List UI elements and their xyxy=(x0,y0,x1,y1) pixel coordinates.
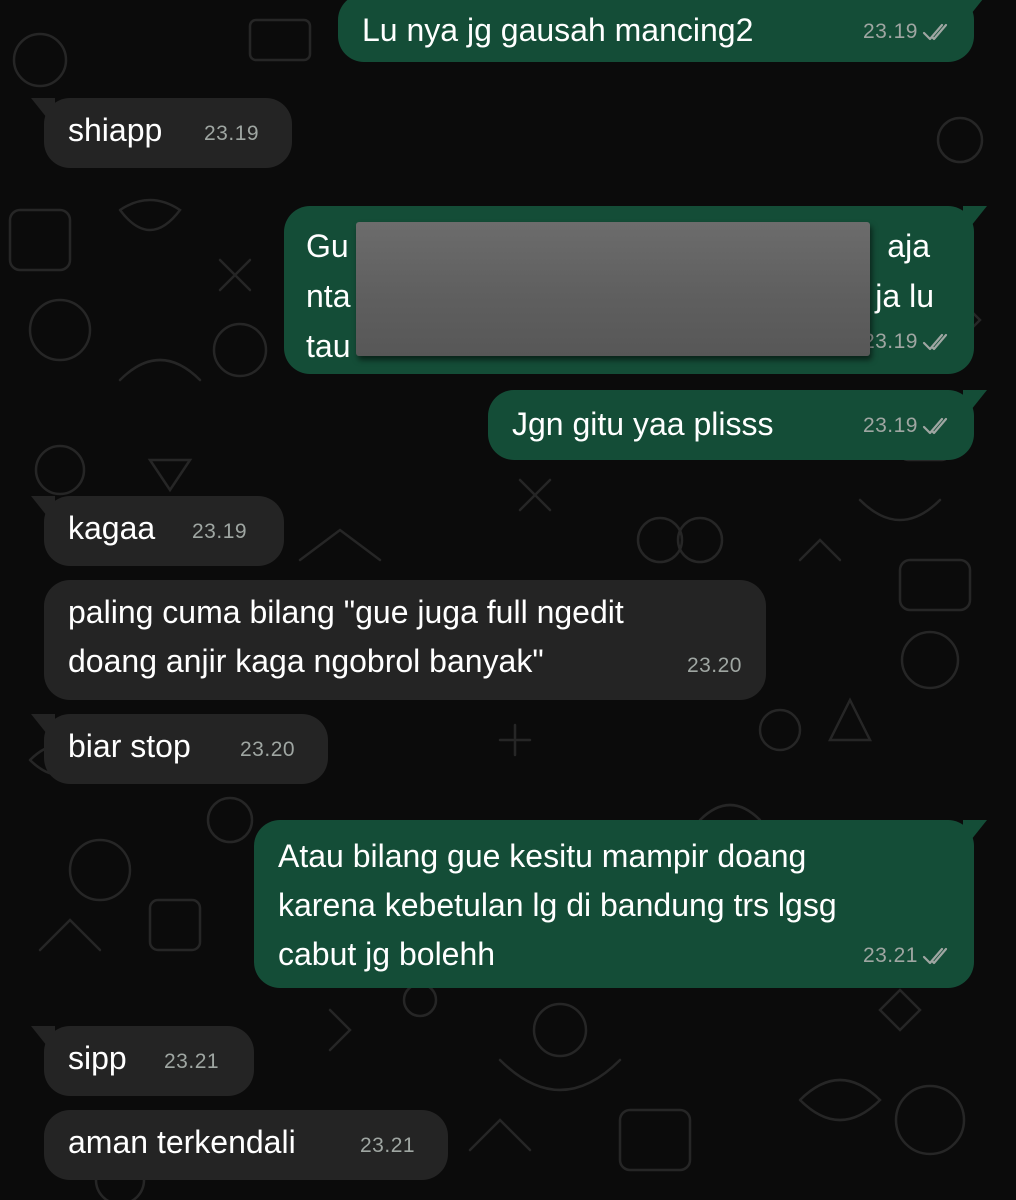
message-text: kagaa xyxy=(68,510,156,546)
message-time: 23.19 xyxy=(192,520,248,543)
message-text: Atau bilang gue kesitu mampir doang kare… xyxy=(278,838,837,972)
message-text: sipp xyxy=(68,1040,127,1076)
message-text: paling cuma bilang "gue juga full ngedit… xyxy=(68,594,624,679)
message-time: 23.19 xyxy=(862,330,918,353)
message-meta: 23.20 xyxy=(687,641,742,690)
double-check-icon xyxy=(922,333,948,350)
double-check-icon xyxy=(922,417,948,434)
incoming-message[interactable]: kagaa 23.19 xyxy=(31,496,284,566)
message-time: 23.19 xyxy=(862,414,918,437)
outgoing-message[interactable]: Jgn gitu yaa plisss 23.19 xyxy=(488,390,987,460)
message-meta: 23.21 xyxy=(360,1121,415,1170)
message-time: 23.20 xyxy=(240,738,296,761)
message-text: aman terkendali xyxy=(68,1124,296,1160)
message-time: 23.19 xyxy=(204,122,260,145)
message-text-fragment: aja xyxy=(887,228,930,264)
message-time: 23.21 xyxy=(360,1134,416,1157)
incoming-message[interactable]: paling cuma bilang "gue juga full ngedit… xyxy=(44,580,766,700)
double-check-icon xyxy=(922,23,948,40)
message-meta: 23.19 xyxy=(204,109,259,158)
message-time: 23.19 xyxy=(862,20,918,43)
message-meta: 23.19 xyxy=(863,7,952,56)
bubble-tail xyxy=(963,206,987,236)
message-text: Jgn gitu yaa plisss xyxy=(512,406,774,442)
message-meta: 23.21 xyxy=(863,931,952,980)
bubble-tail xyxy=(963,390,987,420)
message-time: 23.20 xyxy=(686,654,742,677)
message-time: 23.21 xyxy=(164,1050,220,1073)
bubble-tail xyxy=(31,98,55,128)
incoming-message[interactable]: biar stop 23.20 xyxy=(31,714,328,784)
message-meta: 23.21 xyxy=(164,1037,219,1086)
redaction-block xyxy=(356,222,870,356)
bubble-tail xyxy=(31,496,55,526)
message-text-fragment: nta xyxy=(306,278,351,314)
message-meta: 23.20 xyxy=(240,725,295,774)
message-meta: 23.19 xyxy=(863,401,952,450)
outgoing-message[interactable]: Atau bilang gue kesitu mampir doang kare… xyxy=(254,820,987,988)
message-text-fragment: Gu xyxy=(306,228,349,264)
message-meta: 23.19 xyxy=(863,317,952,366)
bubble-tail xyxy=(31,1026,55,1056)
incoming-message[interactable]: shiapp 23.19 xyxy=(31,98,292,168)
message-time: 23.21 xyxy=(862,944,918,967)
double-check-icon xyxy=(922,947,948,964)
bubble-tail xyxy=(963,0,983,24)
bubble-tail xyxy=(31,714,55,744)
incoming-message[interactable]: aman terkendali 23.21 xyxy=(44,1110,448,1180)
message-text: Lu nya jg gausah mancing2 xyxy=(362,12,754,48)
bubble-tail xyxy=(963,820,987,850)
incoming-message[interactable]: sipp 23.21 xyxy=(31,1026,254,1096)
message-meta: 23.19 xyxy=(192,507,247,556)
outgoing-message[interactable]: Lu nya jg gausah mancing2 23.19 xyxy=(338,0,983,62)
message-text: shiapp xyxy=(68,112,163,148)
message-text-fragment: ja lu xyxy=(875,278,934,314)
message-text: biar stop xyxy=(68,728,191,764)
message-text-fragment: tau xyxy=(306,328,351,364)
